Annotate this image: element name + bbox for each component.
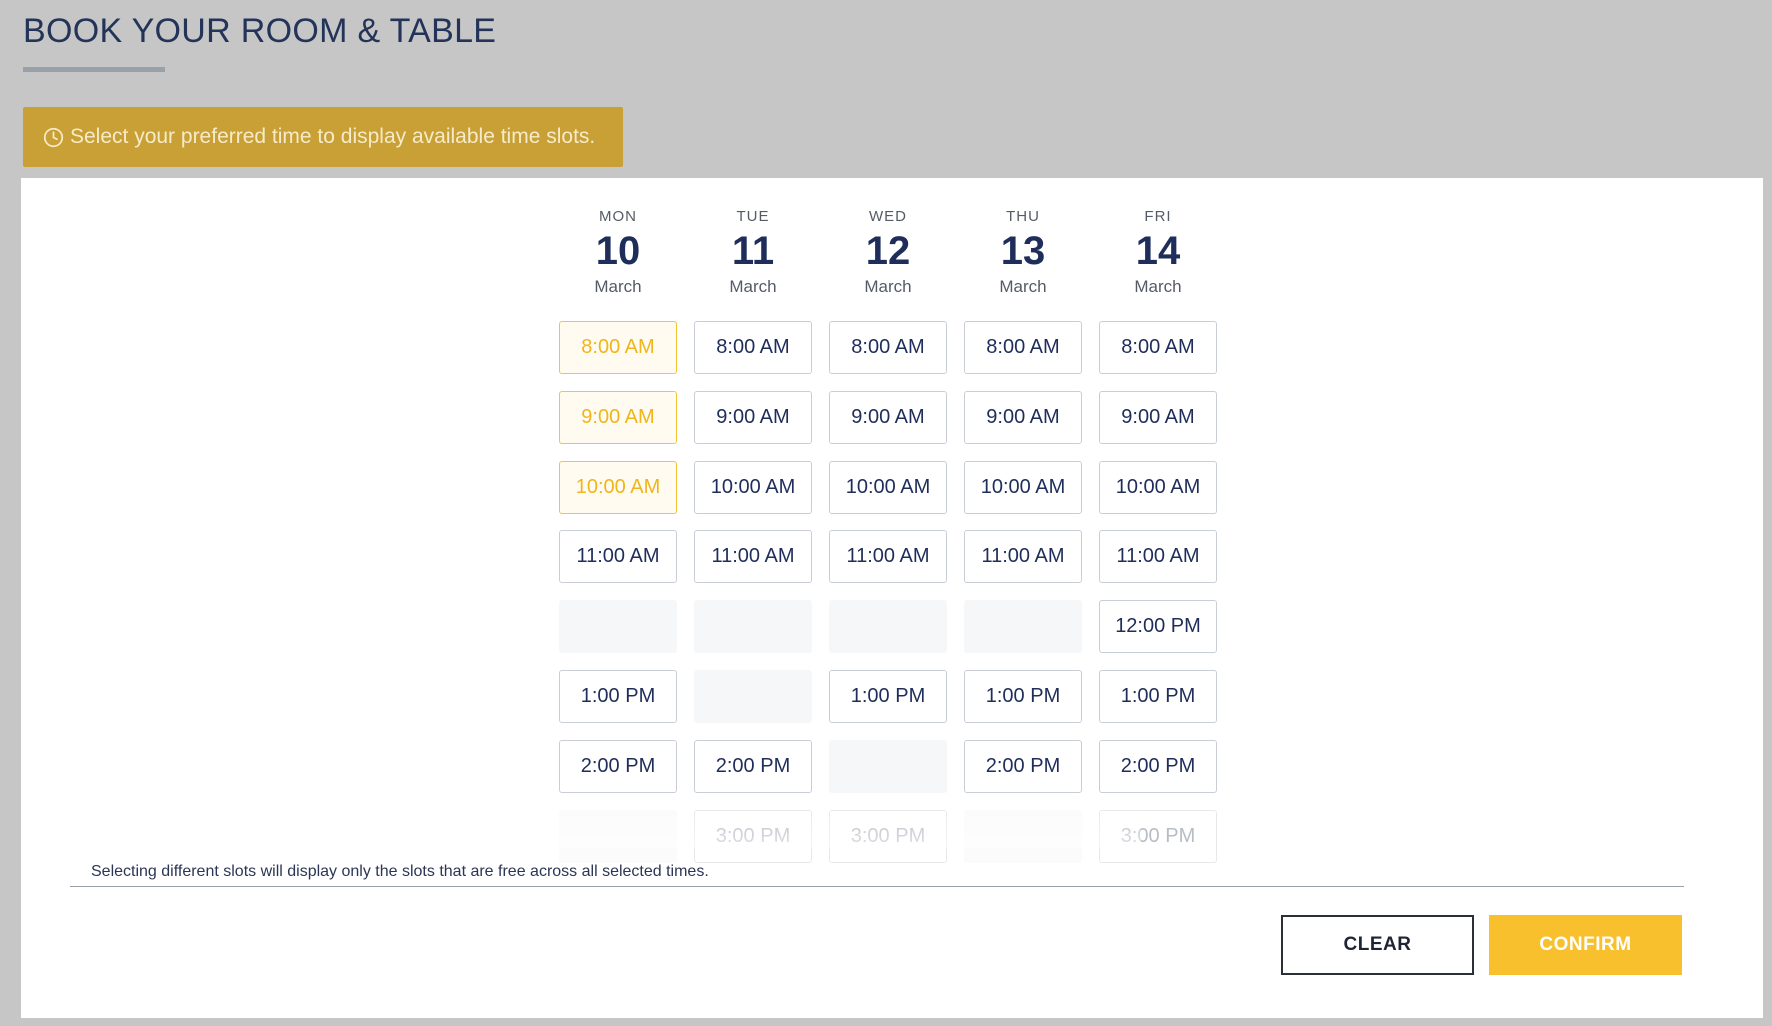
time-slot-unavailable	[964, 810, 1082, 863]
day-number: 10	[595, 229, 641, 273]
day-header-wed: WED 12 March	[828, 208, 948, 298]
day-of-week: FRI	[1144, 208, 1172, 225]
day-of-week: MON	[599, 208, 637, 225]
day-of-week: THU	[1006, 208, 1040, 225]
time-slot-button[interactable]: 10:00 AM	[964, 461, 1082, 514]
month-label: March	[729, 277, 777, 296]
month-label: March	[594, 277, 642, 296]
time-slot-button[interactable]: 3:00 PM	[829, 810, 947, 863]
day-number: 11	[731, 229, 775, 273]
day-header-thu: THU 13 March	[963, 208, 1083, 298]
confirm-button[interactable]: CONFIRM	[1489, 915, 1682, 975]
time-slot-button[interactable]: 10:00 AM	[694, 461, 812, 514]
time-slot-button[interactable]: 10:00 AM	[559, 461, 677, 514]
clock-icon	[43, 127, 64, 147]
time-slot-button[interactable]: 9:00 AM	[829, 391, 947, 444]
day-header-mon: MON 10 March	[558, 208, 678, 298]
time-slot-button[interactable]: 11:00 AM	[829, 530, 947, 583]
time-slot-button[interactable]: 1:00 PM	[559, 670, 677, 723]
day-of-week: WED	[869, 208, 907, 225]
time-slot-unavailable	[694, 670, 812, 723]
time-slot-unavailable	[694, 600, 812, 653]
time-slot-button[interactable]: 9:00 AM	[559, 391, 677, 444]
time-slot-unavailable	[829, 740, 947, 793]
time-slot-button[interactable]: 10:00 AM	[829, 461, 947, 514]
month-label: March	[864, 277, 912, 296]
time-slot-button[interactable]: 1:00 PM	[1099, 670, 1217, 723]
time-slot-button[interactable]: 8:00 AM	[1099, 321, 1217, 374]
day-header-fri: FRI 14 March	[1098, 208, 1218, 298]
time-slot-button[interactable]: 1:00 PM	[964, 670, 1082, 723]
time-slot-button[interactable]: 2:00 PM	[694, 740, 812, 793]
time-slot-button[interactable]: 9:00 AM	[1099, 391, 1217, 444]
time-slot-button[interactable]: 11:00 AM	[1099, 530, 1217, 583]
page-title: BOOK YOUR ROOM & TABLE	[23, 12, 497, 50]
day-of-week: TUE	[736, 208, 770, 225]
time-slot-button[interactable]: 12:00 PM	[1099, 600, 1217, 653]
time-slot-button[interactable]: 1:00 PM	[829, 670, 947, 723]
time-slot-button[interactable]: 2:00 PM	[964, 740, 1082, 793]
clear-button[interactable]: CLEAR	[1281, 915, 1474, 975]
title-underline	[23, 67, 165, 72]
day-number: 12	[865, 229, 911, 273]
month-label: March	[999, 277, 1047, 296]
selection-hint: Selecting different slots will display o…	[91, 863, 709, 880]
time-slot-button[interactable]: 8:00 AM	[559, 321, 677, 374]
time-slot-unavailable	[964, 600, 1082, 653]
time-slot-button[interactable]: 11:00 AM	[964, 530, 1082, 583]
time-notice-banner: Select your preferred time to display av…	[23, 107, 623, 167]
slot-picker-modal: MON 10 March TUE 11 March WED 12 March THU 13 March…	[21, 178, 1763, 1018]
time-slot-unavailable	[559, 600, 677, 653]
footer-divider	[70, 886, 1684, 887]
time-slot-button[interactable]: 10:00 AM	[1099, 461, 1217, 514]
time-slot-button[interactable]: 3:00 PM	[1099, 810, 1217, 863]
day-number: 14	[1135, 229, 1181, 273]
day-header-tue: TUE 11 March	[693, 208, 813, 298]
time-slot-button[interactable]: 8:00 AM	[964, 321, 1082, 374]
time-slot-unavailable	[829, 600, 947, 653]
time-slot-button[interactable]: 2:00 PM	[559, 740, 677, 793]
month-label: March	[1134, 277, 1182, 296]
notice-text: Select your preferred time to display av…	[70, 125, 596, 148]
time-slot-button[interactable]: 2:00 PM	[1099, 740, 1217, 793]
time-slot-button[interactable]: 8:00 AM	[694, 321, 812, 374]
time-slot-button[interactable]: 3:00 PM	[694, 810, 812, 863]
time-slot-button[interactable]: 9:00 AM	[964, 391, 1082, 444]
day-number: 13	[1000, 229, 1046, 273]
time-slot-button[interactable]: 9:00 AM	[694, 391, 812, 444]
time-slot-button[interactable]: 8:00 AM	[829, 321, 947, 374]
time-slot-button[interactable]: 11:00 AM	[694, 530, 812, 583]
time-slot-unavailable	[559, 810, 677, 863]
time-slot-button[interactable]: 11:00 AM	[559, 530, 677, 583]
